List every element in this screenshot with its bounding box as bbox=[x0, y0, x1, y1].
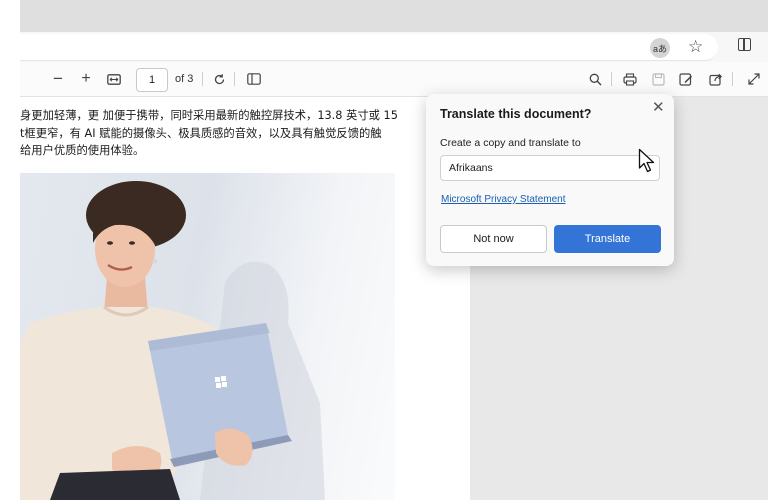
text-line: 身更加轻薄，更 加便于携带，同时采用最新的触控屏技术，13.8 英寸或 15 bbox=[20, 109, 398, 122]
search-icon bbox=[589, 73, 601, 85]
zoom-in-button[interactable]: + bbox=[78, 62, 94, 96]
translate-document-popup: Translate this document? ✕ Create a copy… bbox=[426, 94, 674, 266]
share-icon bbox=[709, 73, 723, 86]
address-bar-row: aあ ☆ bbox=[20, 32, 768, 62]
save-button[interactable] bbox=[650, 62, 666, 96]
target-language-select[interactable]: Afrikaans bbox=[440, 155, 660, 181]
address-bar[interactable]: aあ ☆ bbox=[20, 34, 718, 61]
pdf-page[interactable]: 身更加轻薄，更 加便于携带，同时采用最新的触控屏技术，13.8 英寸或 15 t… bbox=[20, 97, 470, 500]
document-text: 身更加轻薄，更 加便于携带，同时采用最新的触控屏技术，13.8 英寸或 15 t… bbox=[20, 107, 460, 160]
toolbar-divider bbox=[732, 72, 733, 86]
share-button[interactable] bbox=[708, 62, 724, 96]
pdf-toolbar: − + 1 of 3 bbox=[20, 62, 768, 97]
print-icon bbox=[623, 72, 637, 86]
fit-width-icon bbox=[107, 73, 121, 85]
search-button[interactable] bbox=[587, 62, 603, 96]
privacy-statement-link[interactable]: Microsoft Privacy Statement bbox=[441, 194, 565, 205]
page-count: of 3 bbox=[175, 73, 194, 85]
toolbar-divider bbox=[202, 72, 203, 86]
mouse-cursor-icon bbox=[638, 148, 655, 173]
page-number-input[interactable]: 1 bbox=[136, 68, 168, 92]
translate-icon[interactable]: aあ bbox=[650, 38, 670, 58]
rotate-button[interactable] bbox=[211, 62, 227, 96]
favorite-star-icon[interactable]: ☆ bbox=[688, 37, 703, 57]
tab-strip bbox=[20, 0, 768, 32]
page-view-icon bbox=[247, 73, 261, 85]
selected-language: Afrikaans bbox=[449, 162, 493, 174]
split-screen-icon[interactable] bbox=[738, 38, 751, 51]
print-button[interactable] bbox=[622, 62, 638, 96]
fullscreen-button[interactable] bbox=[746, 62, 762, 96]
popup-title: Translate this document? bbox=[440, 107, 592, 121]
toolbar-divider bbox=[234, 72, 235, 86]
page-view-button[interactable] bbox=[246, 62, 262, 96]
save-as-button[interactable] bbox=[678, 62, 694, 96]
text-line: 给用户优质的使用体验。 bbox=[20, 144, 145, 157]
expand-icon bbox=[748, 73, 760, 85]
save-as-icon bbox=[679, 72, 693, 86]
text-line: t框更窄，有 AI 赋能的摄像头、极具质感的音效，以及具有触觉反馈的触 bbox=[20, 126, 382, 140]
fit-to-width-button[interactable] bbox=[106, 62, 122, 96]
toolbar-divider bbox=[611, 72, 612, 86]
save-icon bbox=[651, 72, 665, 86]
rotate-icon bbox=[214, 73, 224, 84]
not-now-button[interactable]: Not now bbox=[440, 225, 547, 253]
close-icon[interactable]: ✕ bbox=[652, 98, 665, 116]
zoom-out-button[interactable]: − bbox=[50, 62, 66, 96]
product-photo bbox=[20, 173, 395, 500]
target-language-label: Create a copy and translate to bbox=[440, 137, 581, 149]
woman-holding-laptop-image bbox=[20, 181, 325, 500]
translate-button[interactable]: Translate bbox=[554, 225, 661, 253]
